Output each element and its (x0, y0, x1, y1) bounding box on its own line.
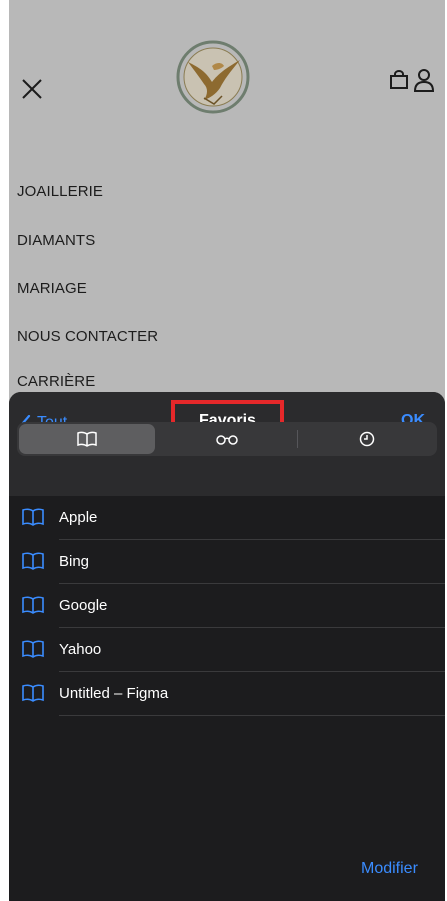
bookmark-bing[interactable]: Bing (9, 540, 445, 584)
glasses-icon (216, 435, 238, 445)
book-icon (77, 431, 97, 447)
nav-item-joaillerie[interactable]: JOAILLERIE (17, 183, 103, 200)
nav-item-mariage[interactable]: MARIAGE (17, 280, 87, 297)
bookmark-label: Google (59, 597, 108, 614)
bookmark-google[interactable]: Google (9, 584, 445, 628)
logo[interactable] (174, 38, 252, 116)
close-icon[interactable] (21, 78, 43, 100)
nav-item-nous-contacter[interactable]: NOUS CONTACTER (17, 328, 158, 345)
bookmark-apple[interactable]: Apple (9, 496, 445, 540)
book-icon (22, 684, 44, 702)
bookmark-label: Apple (59, 509, 98, 526)
nav-item-carriere[interactable]: CARRIÈRE (17, 373, 95, 390)
clock-icon (359, 431, 375, 447)
book-icon (22, 596, 44, 614)
bookmark-label: Yahoo (59, 641, 102, 658)
screen: JOAILLERIE DIAMANTS MARIAGE NOUS CONTACT… (9, 0, 445, 901)
book-icon (22, 508, 44, 526)
bookmark-yahoo[interactable]: Yahoo (9, 628, 445, 672)
bookmark-label: Untitled – Figma (59, 685, 169, 702)
row-separator (59, 715, 445, 716)
tab-reading-list[interactable] (159, 424, 295, 454)
shopping-bag-icon[interactable] (389, 70, 409, 90)
user-icon[interactable] (413, 68, 435, 92)
bookmark-untitled-figma[interactable]: Untitled – Figma (9, 672, 445, 716)
tab-bookmarks[interactable] (19, 424, 155, 454)
book-icon (22, 640, 44, 658)
bookmark-label: Bing (59, 553, 90, 570)
book-icon (22, 552, 44, 570)
edit-button[interactable]: Modifier (361, 860, 418, 878)
tab-history[interactable] (299, 424, 435, 454)
nav-item-diamants[interactable]: DIAMANTS (17, 232, 95, 249)
bookmarks-sheet: Tout Favoris OK (9, 392, 445, 901)
segment-divider (297, 430, 298, 448)
